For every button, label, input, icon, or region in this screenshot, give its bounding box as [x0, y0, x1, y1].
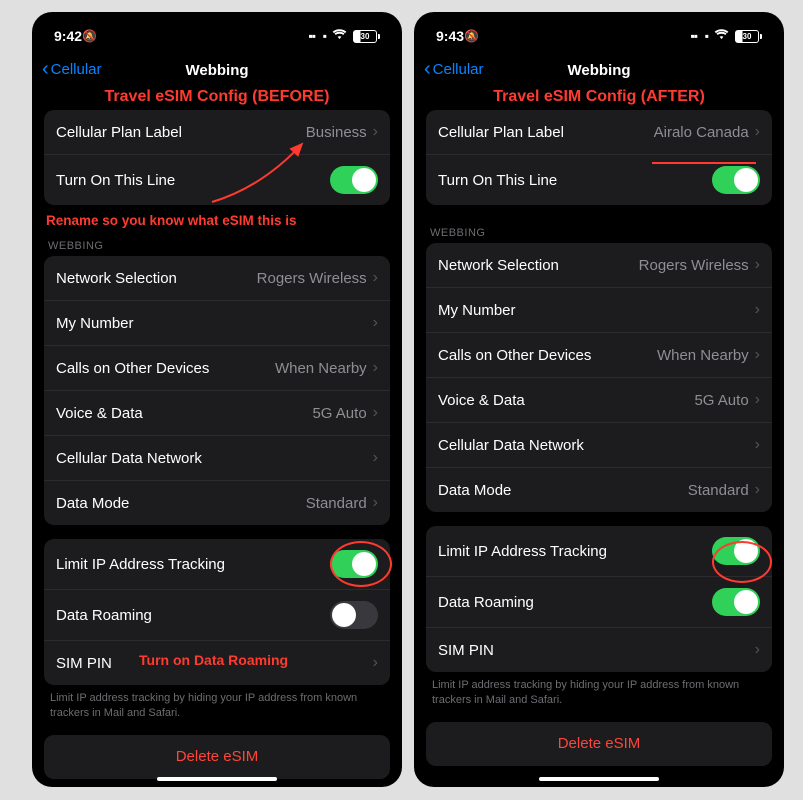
cellular-signal-icon: ▪▪⠀▪ — [690, 29, 708, 43]
status-time: 9:43 — [436, 28, 464, 44]
footnote: Limit IP address tracking by hiding your… — [44, 685, 390, 721]
chevron-right-icon: › — [373, 494, 378, 512]
annotation-underline — [652, 162, 756, 164]
chevron-right-icon: › — [755, 641, 760, 659]
chevron-right-icon: › — [755, 481, 760, 499]
nav-bar: ‹ Cellular Webbing — [32, 54, 402, 88]
chevron-right-icon: › — [373, 359, 378, 377]
voice-data-row[interactable]: Voice & Data 5G Auto› — [426, 378, 772, 423]
wifi-icon — [332, 29, 347, 43]
data-mode-row[interactable]: Data Mode Standard› — [426, 468, 772, 512]
webbing-card: Network Selection Rogers Wireless› My Nu… — [44, 256, 390, 525]
turn-on-toggle[interactable] — [712, 166, 760, 194]
group-header-webbing: WEBBING — [430, 227, 772, 239]
chevron-right-icon: › — [373, 269, 378, 287]
my-number-row[interactable]: My Number › — [44, 301, 390, 346]
calls-other-row[interactable]: Calls on Other Devices When Nearby› — [426, 333, 772, 378]
silent-icon: 🔕 — [82, 29, 97, 43]
limit-ip-row[interactable]: Limit IP Address Tracking — [426, 526, 772, 577]
chevron-right-icon: › — [755, 436, 760, 454]
cellular-plan-label-row[interactable]: Cellular Plan Label Airalo Canada › — [426, 110, 772, 155]
cellular-data-network-row[interactable]: Cellular Data Network › — [426, 423, 772, 468]
chevron-right-icon: › — [755, 123, 760, 141]
cellular-plan-label-row[interactable]: Cellular Plan Label Business › — [44, 110, 390, 155]
turn-on-line-row[interactable]: Turn On This Line — [44, 155, 390, 205]
limit-ip-toggle[interactable] — [712, 537, 760, 565]
battery-icon: 30 — [735, 30, 762, 43]
silent-icon: 🔕 — [464, 29, 479, 43]
sim-pin-row[interactable]: SIM PIN Turn on Data Roaming › — [44, 641, 390, 685]
phone-before: 9:42 🔕 ▪▪⠀▪ 30 ‹ Cellular Webbing Travel… — [32, 12, 402, 787]
chevron-right-icon: › — [755, 301, 760, 319]
plan-label-title: Cellular Plan Label — [438, 124, 564, 141]
my-number-row[interactable]: My Number › — [426, 288, 772, 333]
chevron-right-icon: › — [373, 449, 378, 467]
data-roaming-row[interactable]: Data Roaming — [44, 590, 390, 641]
data-roaming-toggle[interactable] — [712, 588, 760, 616]
annotation-roaming: Turn on Data Roaming — [139, 652, 288, 668]
chevron-right-icon: › — [373, 404, 378, 422]
wifi-icon — [714, 29, 729, 43]
cellular-signal-icon: ▪▪⠀▪ — [308, 29, 326, 43]
nav-title: Webbing — [32, 62, 402, 79]
cellular-data-network-row[interactable]: Cellular Data Network › — [44, 436, 390, 481]
webbing-card: Network Selection Rogers Wireless› My Nu… — [426, 243, 772, 512]
home-indicator[interactable] — [539, 777, 659, 781]
nav-bar: ‹ Cellular Webbing — [414, 54, 784, 88]
status-time: 9:42 — [54, 28, 82, 44]
delete-esim-button[interactable]: Delete eSIM — [44, 735, 390, 779]
battery-icon: 30 — [353, 30, 380, 43]
footnote: Limit IP address tracking by hiding your… — [426, 672, 772, 708]
annotation-rename: Rename so you know what eSIM this is — [46, 213, 390, 228]
plan-card: Cellular Plan Label Airalo Canada › Turn … — [426, 110, 772, 205]
chevron-right-icon: › — [755, 346, 760, 364]
data-roaming-row[interactable]: Data Roaming — [426, 577, 772, 628]
notch — [162, 12, 272, 38]
phone-after: 9:43 🔕 ▪▪⠀▪ 30 ‹ Cellular Webbing Travel… — [414, 12, 784, 787]
chevron-right-icon: › — [373, 123, 378, 141]
delete-esim-button[interactable]: Delete eSIM — [426, 722, 772, 766]
network-selection-row[interactable]: Network Selection Rogers Wireless› — [426, 243, 772, 288]
notch — [544, 12, 654, 38]
turn-on-label: Turn On This Line — [438, 172, 557, 189]
limit-ip-row[interactable]: Limit IP Address Tracking — [44, 539, 390, 590]
plan-label-title: Cellular Plan Label — [56, 124, 182, 141]
nav-title: Webbing — [414, 62, 784, 79]
network-selection-row[interactable]: Network Selection Rogers Wireless› — [44, 256, 390, 301]
delete-label: Delete eSIM — [176, 748, 259, 765]
roaming-card: Limit IP Address Tracking Data Roaming S… — [426, 526, 772, 672]
group-header-webbing: WEBBING — [48, 240, 390, 252]
chevron-right-icon: › — [373, 654, 378, 672]
data-roaming-toggle[interactable] — [330, 601, 378, 629]
chevron-right-icon: › — [755, 391, 760, 409]
turn-on-label: Turn On This Line — [56, 172, 175, 189]
plan-card: Cellular Plan Label Business › Turn On Th… — [44, 110, 390, 205]
delete-card: Delete eSIM — [44, 735, 390, 779]
delete-label: Delete eSIM — [558, 735, 641, 752]
turn-on-toggle[interactable] — [330, 166, 378, 194]
delete-card: Delete eSIM — [426, 722, 772, 766]
plan-label-value: Business — [306, 124, 367, 141]
home-indicator[interactable] — [157, 777, 277, 781]
calls-other-row[interactable]: Calls on Other Devices When Nearby› — [44, 346, 390, 391]
roaming-card: Limit IP Address Tracking Data Roaming S… — [44, 539, 390, 685]
chevron-right-icon: › — [373, 314, 378, 332]
chevron-right-icon: › — [755, 256, 760, 274]
voice-data-row[interactable]: Voice & Data 5G Auto› — [44, 391, 390, 436]
data-mode-row[interactable]: Data Mode Standard› — [44, 481, 390, 525]
plan-label-value: Airalo Canada — [654, 124, 749, 141]
annotation-heading: Travel eSIM Config (BEFORE) — [32, 88, 402, 106]
sim-pin-row[interactable]: SIM PIN › — [426, 628, 772, 672]
limit-ip-toggle[interactable] — [330, 550, 378, 578]
annotation-heading: Travel eSIM Config (AFTER) — [414, 88, 784, 106]
